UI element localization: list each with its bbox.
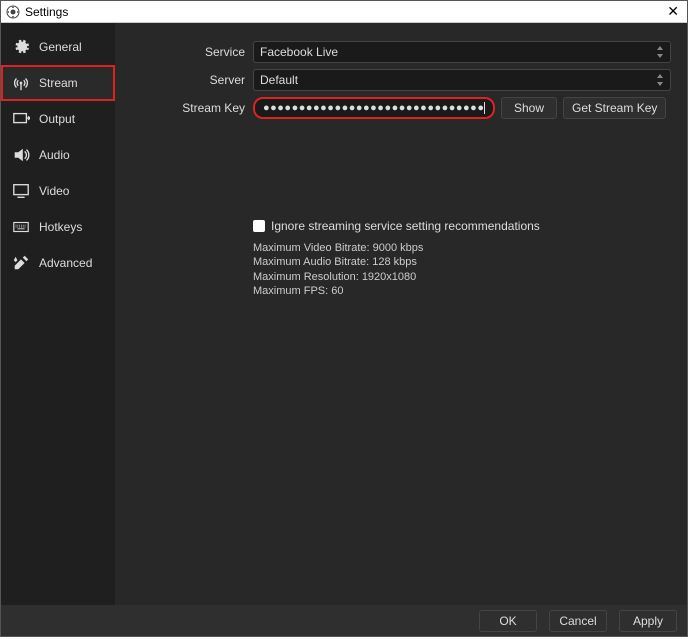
server-row: Server Default: [131, 69, 671, 91]
service-combo[interactable]: Facebook Live: [253, 41, 671, 63]
titlebar: Settings ✕: [1, 1, 687, 23]
cancel-button[interactable]: Cancel: [549, 610, 607, 632]
sidebar-item-label: Audio: [39, 148, 70, 162]
updown-icon: [656, 46, 664, 58]
settings-window: Settings ✕ General Stream: [0, 0, 688, 637]
sidebar-item-video[interactable]: Video: [1, 173, 115, 209]
window-title: Settings: [25, 5, 68, 19]
ignore-recommendations-label: Ignore streaming service setting recomme…: [271, 219, 540, 233]
get-stream-key-button[interactable]: Get Stream Key: [563, 97, 666, 119]
sidebar-item-label: General: [39, 40, 82, 54]
ignore-recommendations-checkbox[interactable]: [253, 220, 265, 232]
server-combo[interactable]: Default: [253, 69, 671, 91]
stream-key-input[interactable]: ●●●●●●●●●●●●●●●●●●●●●●●●●●●●●●●●●●●●●●●●: [253, 97, 495, 119]
text-cursor: [484, 102, 485, 114]
window-body: General Stream: [1, 23, 687, 605]
show-button[interactable]: Show: [501, 97, 557, 119]
service-value: Facebook Live: [260, 45, 338, 59]
info-area: Ignore streaming service setting recomme…: [131, 219, 671, 298]
apply-button[interactable]: Apply: [619, 610, 677, 632]
keyboard-icon: [11, 217, 31, 237]
stream-key-mask: ●●●●●●●●●●●●●●●●●●●●●●●●●●●●●●●●●●●●●●●●: [263, 102, 483, 114]
sidebar-item-general[interactable]: General: [1, 29, 115, 65]
sidebar-item-label: Stream: [39, 76, 78, 90]
speaker-icon: [11, 145, 31, 165]
server-value: Default: [260, 73, 298, 87]
sidebar-item-hotkeys[interactable]: Hotkeys: [1, 209, 115, 245]
stream-key-row: Stream Key ●●●●●●●●●●●●●●●●●●●●●●●●●●●●●…: [131, 97, 671, 119]
ok-button[interactable]: OK: [479, 610, 537, 632]
max-video-bitrate: Maximum Video Bitrate: 9000 kbps: [253, 241, 671, 255]
sidebar-item-advanced[interactable]: Advanced: [1, 245, 115, 281]
ignore-recommendations-row: Ignore streaming service setting recomme…: [253, 219, 671, 233]
sidebar-item-label: Video: [39, 184, 69, 198]
sidebar: General Stream: [1, 23, 115, 605]
sidebar-item-output[interactable]: Output: [1, 101, 115, 137]
content-panel: Service Facebook Live Server Default: [115, 23, 687, 605]
updown-icon: [656, 74, 664, 86]
max-resolution: Maximum Resolution: 1920x1080: [253, 270, 671, 284]
close-icon[interactable]: ✕: [663, 3, 683, 20]
sidebar-item-label: Hotkeys: [39, 220, 82, 234]
sidebar-item-label: Output: [39, 112, 75, 126]
monitor-icon: [11, 181, 31, 201]
antenna-icon: [11, 73, 31, 93]
gear-icon: [11, 37, 31, 57]
sidebar-item-audio[interactable]: Audio: [1, 137, 115, 173]
service-row: Service Facebook Live: [131, 41, 671, 63]
app-icon: [5, 4, 21, 20]
sidebar-item-label: Advanced: [39, 256, 92, 270]
output-icon: [11, 109, 31, 129]
service-label: Service: [131, 45, 253, 59]
server-label: Server: [131, 73, 253, 87]
tools-icon: [11, 253, 31, 273]
max-audio-bitrate: Maximum Audio Bitrate: 128 kbps: [253, 255, 671, 269]
bottom-bar: OK Cancel Apply: [1, 605, 687, 636]
stream-key-label: Stream Key: [131, 101, 253, 115]
max-fps: Maximum FPS: 60: [253, 284, 671, 298]
sidebar-item-stream[interactable]: Stream: [1, 65, 115, 101]
